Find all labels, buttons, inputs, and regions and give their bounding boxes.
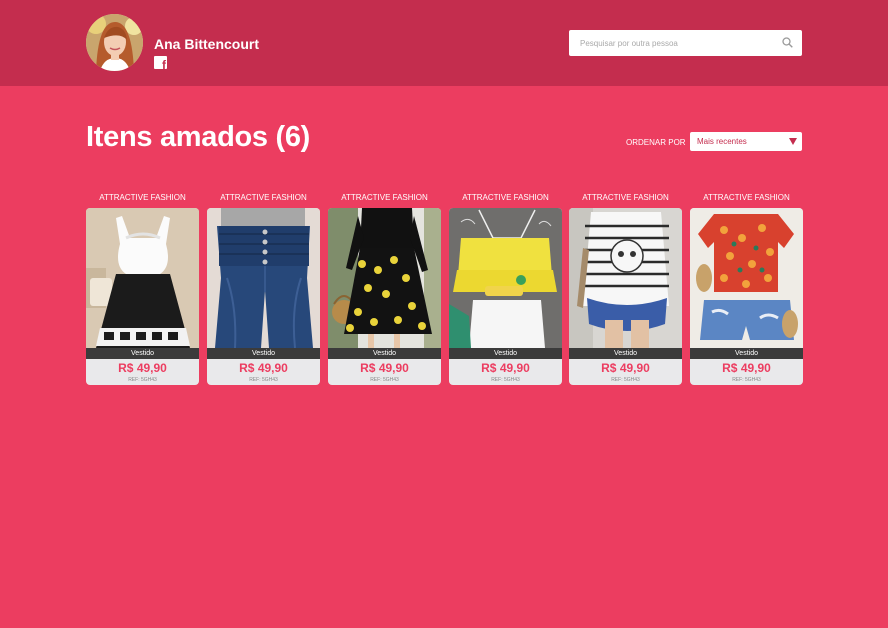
facebook-icon[interactable]: f	[154, 56, 167, 71]
product-price: R$ 49,90	[601, 361, 650, 375]
product-ref: REF: 5GH43	[128, 377, 157, 383]
page-title: Itens amados (6)	[86, 121, 311, 153]
product-ref: REF: 5GH43	[249, 377, 278, 383]
product-category: Vestido	[569, 348, 682, 359]
product-card[interactable]: ATTRACTIVE FASHION Vestido R$ 49,90 REF:…	[328, 193, 441, 385]
product-tile[interactable]: Vestido R$ 49,90 REF: 5GH43	[569, 208, 682, 385]
product-tile[interactable]: Vestido R$ 49,90 REF: 5GH43	[449, 208, 562, 385]
product-brand: ATTRACTIVE FASHION	[703, 193, 790, 202]
product-price: R$ 49,90	[239, 361, 288, 375]
product-tile[interactable]: Vestido R$ 49,90 REF: 5GH43	[690, 208, 803, 385]
product-brand: ATTRACTIVE FASHION	[341, 193, 428, 202]
chevron-down-icon	[789, 138, 797, 145]
product-category: Vestido	[449, 348, 562, 359]
product-tile[interactable]: Vestido R$ 49,90 REF: 5GH43	[86, 208, 199, 385]
product-brand: ATTRACTIVE FASHION	[462, 193, 549, 202]
sort-dropdown[interactable]: Mais recentes	[690, 132, 802, 151]
product-photo[interactable]	[207, 208, 320, 348]
search-box[interactable]	[569, 30, 802, 56]
product-brand: ATTRACTIVE FASHION	[220, 193, 307, 202]
product-photo[interactable]	[328, 208, 441, 348]
product-photo[interactable]	[569, 208, 682, 348]
product-ref: REF: 5GH43	[611, 377, 640, 383]
product-price: R$ 49,90	[481, 361, 530, 375]
product-card[interactable]: ATTRACTIVE FASHION Vestido R$ 49,90 REF:…	[207, 193, 320, 385]
product-card[interactable]: ATTRACTIVE FASHION Vestido R$ 49,90 REF:…	[449, 193, 562, 385]
avatar[interactable]	[86, 14, 143, 71]
product-photo[interactable]	[86, 208, 199, 348]
top-header: Ana Bittencourt f	[0, 0, 888, 86]
product-category: Vestido	[86, 348, 199, 359]
product-category: Vestido	[328, 348, 441, 359]
product-price: R$ 49,90	[118, 361, 167, 375]
product-brand: ATTRACTIVE FASHION	[582, 193, 669, 202]
product-category: Vestido	[207, 348, 320, 359]
product-photo[interactable]	[449, 208, 562, 348]
product-card[interactable]: ATTRACTIVE FASHION Vestido R$ 49,90 REF:…	[569, 193, 682, 385]
sort-label: ORDENAR POR	[626, 138, 686, 147]
product-card[interactable]: ATTRACTIVE FASHION Vestido R$ 49,90 REF:…	[690, 193, 803, 385]
products-grid: ATTRACTIVE FASHION Vestido R$ 49,90 REF:…	[86, 193, 803, 393]
product-brand: ATTRACTIVE FASHION	[99, 193, 186, 202]
product-price: R$ 49,90	[722, 361, 771, 375]
product-ref: REF: 5GH43	[491, 377, 520, 383]
product-photo[interactable]	[690, 208, 803, 348]
product-ref: REF: 5GH43	[732, 377, 761, 383]
product-price: R$ 49,90	[360, 361, 409, 375]
product-tile[interactable]: Vestido R$ 49,90 REF: 5GH43	[207, 208, 320, 385]
product-card[interactable]: ATTRACTIVE FASHION Vestido R$ 49,90 REF:…	[86, 193, 199, 385]
user-name: Ana Bittencourt	[154, 36, 259, 52]
product-category: Vestido	[690, 348, 803, 359]
product-ref: REF: 5GH43	[370, 377, 399, 383]
search-icon[interactable]	[782, 37, 793, 48]
sort-value: Mais recentes	[697, 137, 747, 146]
product-tile[interactable]: Vestido R$ 49,90 REF: 5GH43	[328, 208, 441, 385]
search-input[interactable]	[569, 30, 769, 56]
